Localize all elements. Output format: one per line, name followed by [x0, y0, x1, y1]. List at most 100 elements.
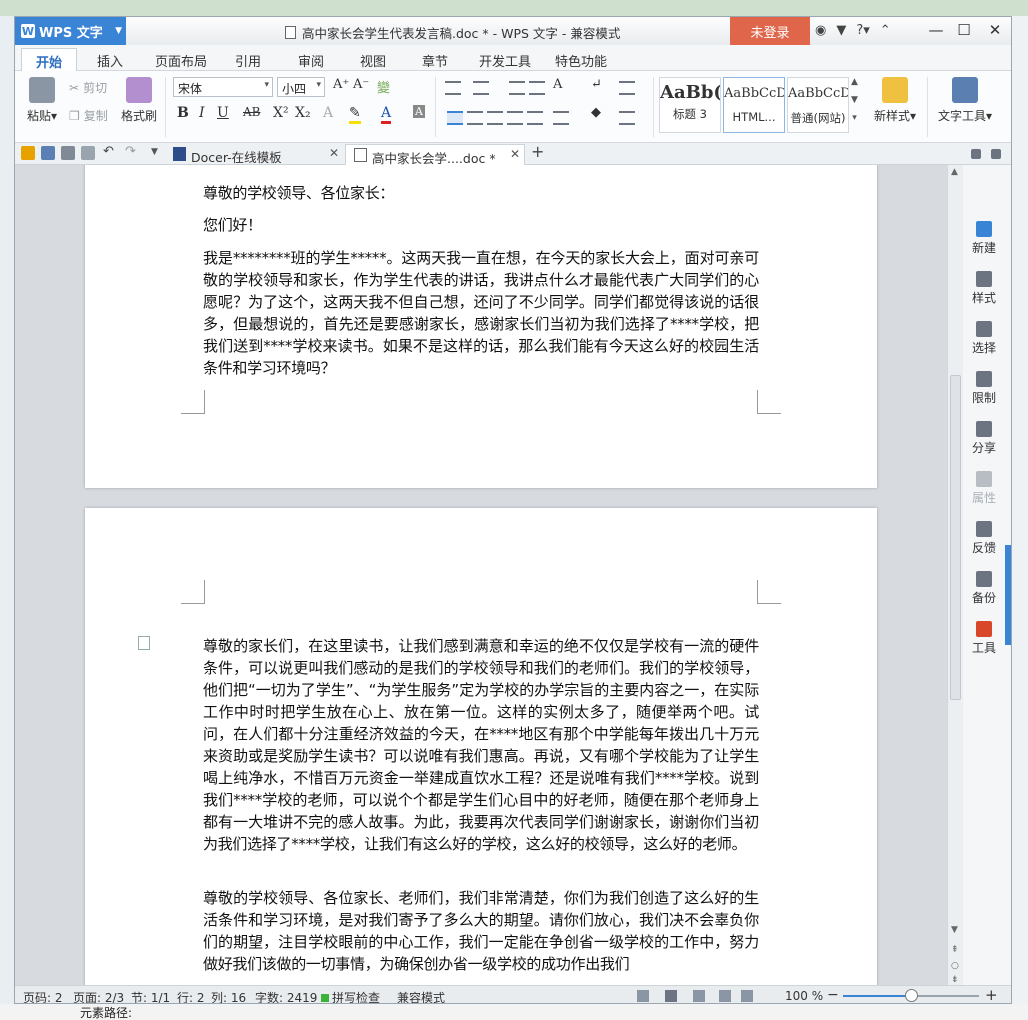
page-view-icon[interactable] [665, 990, 677, 1002]
format-painter-button[interactable]: 格式刷 [119, 75, 159, 124]
side-tools[interactable]: 工具 [963, 621, 1005, 656]
login-button[interactable]: 未登录 [730, 17, 810, 45]
phonetic-icon[interactable]: 變 [377, 77, 390, 96]
copy-button[interactable]: ❐ 复制 [69, 107, 108, 124]
menu-special[interactable]: 特色功能 [555, 51, 607, 70]
menu-references[interactable]: 引用 [235, 51, 261, 70]
side-backup[interactable]: 备份 [963, 571, 1005, 606]
font-color-icon[interactable]: A [381, 105, 392, 124]
zoom-level[interactable]: 100 % [785, 989, 823, 1003]
paragraph[interactable]: 尊敬的家长们，在这里读书，让我们感到满意和幸运的绝不仅仅是学校有一流的硬件条件，… [203, 635, 759, 855]
shrink-font-icon[interactable]: A⁻ [353, 77, 369, 92]
increase-indent-icon[interactable] [529, 81, 545, 95]
help-icon[interactable]: ?▾ [856, 23, 869, 38]
char-shading-icon[interactable]: A [413, 105, 425, 118]
redo-icon[interactable]: ↷ [125, 144, 139, 159]
menu-insert[interactable]: 插入 [97, 51, 123, 70]
close-icon[interactable]: ✕ [510, 147, 520, 161]
menu-view[interactable]: 视图 [360, 51, 386, 70]
subscript-icon[interactable]: X₂ [295, 105, 311, 121]
side-restrict[interactable]: 限制 [963, 371, 1005, 406]
web-view-icon[interactable] [719, 990, 731, 1002]
zoom-in-icon[interactable]: + [985, 986, 998, 1003]
side-feedback[interactable]: 反馈 [963, 521, 1005, 556]
menu-home[interactable]: 开始 [21, 48, 78, 71]
zoom-slider[interactable] [843, 989, 979, 1002]
underline-icon[interactable]: U [217, 105, 229, 121]
shading-icon[interactable]: ◆ [591, 105, 601, 120]
paragraph[interactable]: 尊敬的学校领导、各位家长、老师们，我们非常清楚，你们为我们创造了这么好的生活条件… [203, 887, 759, 975]
change-case-icon[interactable]: A [553, 77, 562, 92]
prev-page-icon[interactable]: ⇞ [951, 945, 959, 955]
scroll-up-icon[interactable]: ▲ [951, 167, 958, 177]
paste-button[interactable]: 粘贴▾ [21, 75, 63, 124]
highlight-icon[interactable]: ✎ [349, 105, 361, 124]
status-page-number[interactable]: 页码: 2 [23, 989, 63, 1003]
text-effect-icon[interactable]: A [323, 105, 333, 121]
minimize-button[interactable]: — [925, 21, 947, 39]
paragraph[interactable]: 尊敬的学校领导、各位家长： [203, 182, 759, 204]
menu-developer[interactable]: 开发工具 [479, 51, 531, 70]
style-gallery-scroll[interactable]: ▲ ▼ ▾ [851, 77, 858, 123]
app-menu-button[interactable]: W WPS 文字 ▼ [15, 17, 126, 45]
style-html[interactable]: AaBbCcD HTML... [723, 77, 785, 133]
table-icon[interactable] [619, 81, 635, 95]
scroll-down-icon[interactable]: ▼ [951, 925, 958, 935]
align-left-icon[interactable] [447, 111, 463, 125]
new-tab-icon[interactable]: + [531, 142, 545, 161]
distribute-icon[interactable] [527, 111, 543, 125]
tab-document[interactable]: 高中家长会学....doc * ✕ [345, 144, 525, 166]
line-break-icon[interactable]: ↵ [591, 77, 602, 92]
save-icon[interactable] [41, 146, 55, 160]
open-icon[interactable] [21, 146, 35, 160]
bold-icon[interactable]: B [177, 105, 189, 121]
decrease-indent-icon[interactable] [509, 81, 525, 95]
style-normal-web[interactable]: AaBbCcD 普通(网站) [787, 77, 849, 133]
side-select[interactable]: 选择 [963, 321, 1005, 356]
tab-list-icon[interactable] [971, 149, 981, 159]
outline-view-icon[interactable] [693, 990, 705, 1002]
undo-icon[interactable]: ↶ [103, 144, 117, 159]
paragraph-layout-icon[interactable] [138, 636, 150, 650]
strikethrough-icon[interactable]: AB [243, 105, 260, 119]
justify-icon[interactable] [507, 111, 523, 125]
maximize-button[interactable]: ☐ [953, 21, 975, 39]
side-panel-toggle[interactable] [1005, 545, 1011, 645]
font-size-select[interactable]: 小四 [277, 77, 325, 97]
superscript-icon[interactable]: X² [273, 105, 289, 121]
menu-review[interactable]: 审阅 [298, 51, 324, 70]
view-mode-icon[interactable] [637, 990, 649, 1002]
document-workspace[interactable]: 尊敬的学校领导、各位家长： 您们好！ 我是********班的学生*****。这… [15, 165, 947, 985]
numbering-icon[interactable] [473, 81, 489, 95]
close-button[interactable]: ✕ [984, 21, 1006, 39]
line-spacing-icon[interactable] [553, 111, 569, 125]
zoom-slider-knob[interactable] [905, 989, 918, 1002]
status-word-count[interactable]: 字数: 2419 [255, 989, 317, 1003]
shirt-icon[interactable]: ▼ [836, 23, 846, 38]
cut-button[interactable]: ✂ 剪切 [69, 79, 107, 96]
tab-docer[interactable]: Docer-在线模板 ✕ [165, 144, 343, 165]
grow-font-icon[interactable]: A⁺ [333, 77, 349, 92]
italic-icon[interactable]: I [199, 105, 205, 121]
print-preview-icon[interactable] [81, 146, 95, 160]
close-icon[interactable]: ✕ [329, 146, 339, 160]
align-center-icon[interactable] [467, 111, 483, 125]
paragraph[interactable]: 我是********班的学生*****。这两天我一直在想，在今天的家长大会上，面… [203, 247, 759, 379]
side-new[interactable]: 新建 [963, 221, 1005, 256]
style-heading3[interactable]: AaBb( 标题 3 [659, 77, 721, 133]
zoom-out-icon[interactable]: − [827, 987, 839, 1003]
side-style[interactable]: 样式 [963, 271, 1005, 306]
select-browse-icon[interactable]: ○ [951, 961, 959, 971]
spell-check-toggle[interactable]: 拼写检查 [321, 989, 380, 1003]
borders-icon[interactable] [619, 111, 635, 125]
tab-close-all-icon[interactable] [991, 149, 1001, 159]
text-tools-button[interactable]: 文字工具▾ [933, 75, 997, 124]
customize-qa-icon[interactable]: ▼ [151, 147, 165, 161]
next-page-icon[interactable]: ⇟ [951, 975, 959, 985]
bullets-icon[interactable] [445, 81, 461, 95]
paragraph[interactable]: 您们好！ [203, 214, 759, 236]
vertical-scrollbar[interactable]: ▲ ▼ ⇞ ○ ⇟ [947, 165, 963, 985]
status-pages[interactable]: 页面: 2/3 [73, 989, 124, 1003]
menu-page-layout[interactable]: 页面布局 [155, 51, 207, 70]
scrollbar-thumb[interactable] [950, 375, 961, 700]
